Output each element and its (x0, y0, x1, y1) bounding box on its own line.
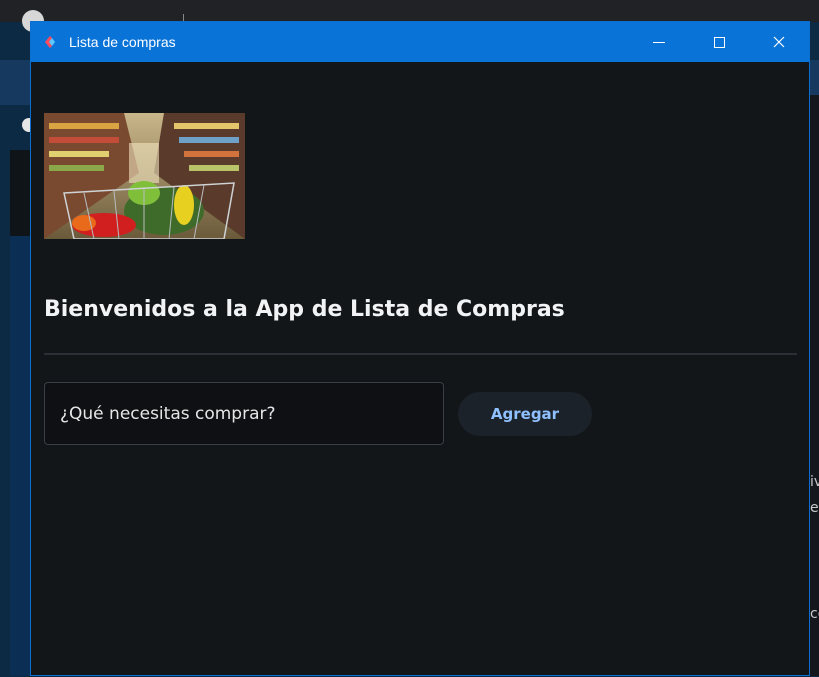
window-title: Lista de compras (69, 34, 176, 50)
background-text-1: iv (810, 474, 819, 490)
main-content: Bienvenidos a la App de Lista de Compras… (31, 62, 809, 677)
divider (44, 353, 797, 355)
app-window: Lista de compras Bienvenidos a la App de… (30, 21, 810, 676)
minimize-icon (653, 41, 665, 43)
background-topbar (0, 0, 819, 22)
add-button[interactable]: Agregar (458, 392, 592, 436)
item-input[interactable]: ¿Qué necesitas comprar? (44, 382, 444, 445)
maximize-icon (713, 36, 725, 48)
minimize-button[interactable] (631, 22, 687, 62)
close-icon (773, 36, 785, 48)
maximize-button[interactable] (691, 22, 747, 62)
shopping-cart-image (44, 113, 245, 239)
background-text-2: es (810, 500, 819, 516)
title-bar[interactable]: Lista de compras (31, 22, 809, 62)
background-text-3: co (810, 606, 819, 622)
close-button[interactable] (751, 22, 807, 62)
app-icon (45, 36, 55, 48)
background-left-strip (10, 236, 32, 676)
item-input-placeholder: ¿Qué necesitas comprar? (60, 403, 276, 424)
page-title: Bienvenidos a la App de Lista de Compras (44, 297, 565, 322)
